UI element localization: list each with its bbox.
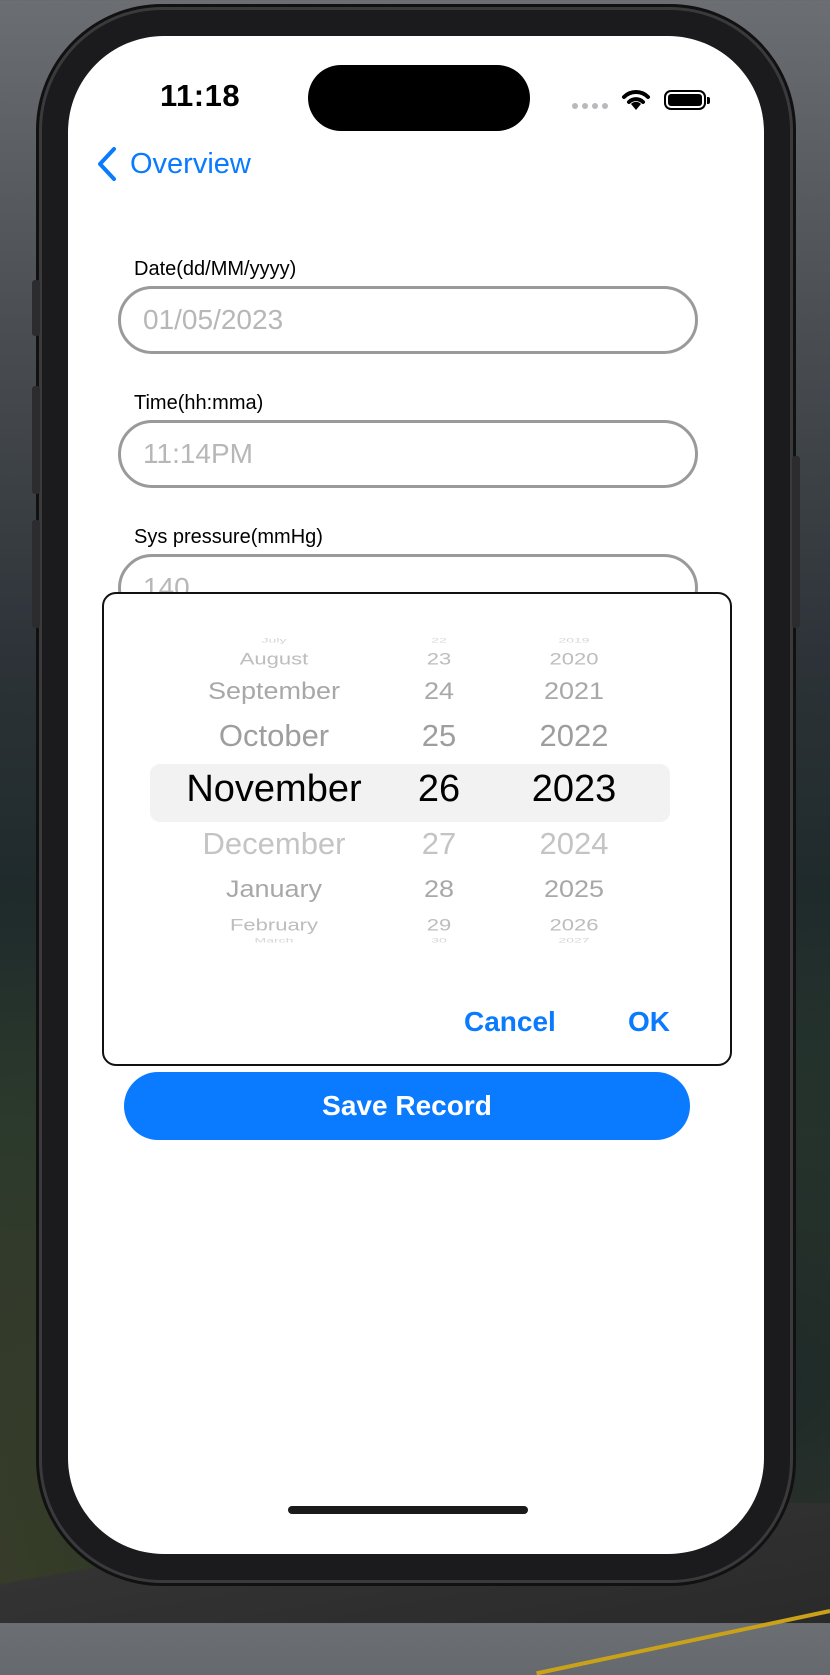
side-button-volume-up [32, 386, 40, 494]
battery-icon [664, 90, 710, 110]
date-picker-dialog: July August September October November Decemb… [102, 592, 732, 1066]
picker-year-option[interactable]: 2026 [504, 915, 644, 935]
picker-year-option[interactable]: 2019 [504, 636, 644, 643]
home-indicator [288, 1506, 528, 1514]
picker-day-option[interactable]: 28 [394, 876, 484, 904]
picker-day-option[interactable]: 27 [394, 826, 484, 862]
road-line [536, 1609, 830, 1675]
date-field-label: Date(dd/MM/yyyy) [134, 258, 297, 280]
year-wheel[interactable]: 2019 2020 2021 2022 2023 2024 2025 2026 2027 [504, 594, 644, 994]
picker-day-option[interactable]: 30 [394, 936, 484, 943]
picker-month-option[interactable]: March [164, 936, 384, 943]
wifi-icon [622, 90, 650, 110]
dynamic-island [308, 65, 530, 131]
picker-year-option[interactable]: 2022 [504, 718, 644, 754]
phone-frame: 11:18 Overview Date(dd/MM/yyyy) Time(hh:… [32, 10, 800, 1580]
picker-month-option[interactable]: December [164, 826, 384, 862]
picker-year-option[interactable]: 2024 [504, 826, 644, 862]
cellular-signal-icon [572, 103, 608, 109]
save-record-button[interactable]: Save Record [124, 1072, 690, 1140]
picker-day-option[interactable]: 22 [394, 636, 484, 643]
side-button-power [792, 456, 800, 628]
picker-year-option[interactable]: 2021 [504, 678, 644, 706]
dialog-actions: Cancel OK [104, 1006, 730, 1046]
cancel-button[interactable]: Cancel [464, 1006, 556, 1038]
picker-day-option[interactable]: 25 [394, 718, 484, 754]
picker-day-option[interactable]: 29 [394, 915, 484, 935]
time-field[interactable] [118, 420, 698, 488]
picker-month-option[interactable]: July [164, 636, 384, 643]
picker-day-option[interactable]: 26 [394, 768, 484, 811]
date-input[interactable] [121, 289, 695, 351]
day-wheel[interactable]: 22 23 24 25 26 27 28 29 30 [394, 594, 484, 994]
picker-month-option[interactable]: September [164, 678, 384, 706]
picker-day-option[interactable]: 23 [394, 649, 484, 669]
picker-year-option[interactable]: 2027 [504, 936, 644, 943]
time-field-label: Time(hh:mma) [134, 392, 264, 414]
status-time: 11:18 [160, 78, 241, 113]
ok-button[interactable]: OK [628, 1006, 670, 1038]
side-button-volume-down [32, 520, 40, 628]
picker-month-option[interactable]: November [164, 768, 384, 811]
picker-day-option[interactable]: 24 [394, 678, 484, 706]
picker-month-option[interactable]: February [164, 915, 384, 935]
side-button-silent [32, 280, 40, 336]
picker-month-option[interactable]: January [164, 876, 384, 904]
picker-year-option[interactable]: 2023 [504, 768, 644, 811]
chevron-left-icon [98, 147, 116, 181]
back-button-label: Overview [130, 147, 251, 180]
app-screen: 11:18 Overview Date(dd/MM/yyyy) Time(hh:… [68, 36, 764, 1554]
picker-year-option[interactable]: 2020 [504, 649, 644, 669]
sys-pressure-field-label: Sys pressure(mmHg) [134, 526, 323, 548]
time-input[interactable] [121, 423, 695, 485]
month-wheel[interactable]: July August September October November Decemb… [164, 594, 384, 994]
back-button[interactable]: Overview [96, 146, 251, 182]
picker-year-option[interactable]: 2025 [504, 876, 644, 904]
picker-month-option[interactable]: October [164, 718, 384, 754]
date-field[interactable] [118, 286, 698, 354]
picker-month-option[interactable]: August [164, 649, 384, 669]
